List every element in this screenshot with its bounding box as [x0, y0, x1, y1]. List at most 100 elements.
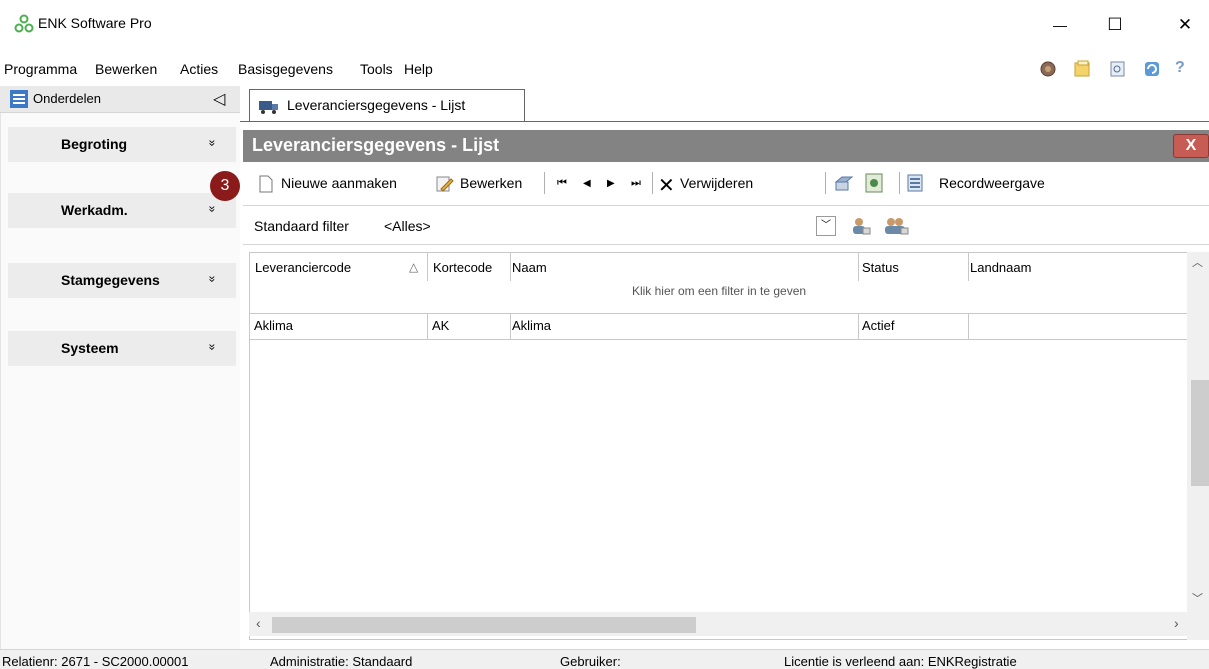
new-document-icon: [259, 175, 273, 196]
menu-programma[interactable]: Programma: [4, 61, 77, 77]
menu-acties[interactable]: Acties: [180, 61, 218, 77]
filter-label: Standaard filter: [254, 218, 349, 234]
status-license: Licentie is verleend aan: ENKRegistratie: [784, 654, 1017, 669]
expand-chevron-icon: »: [205, 275, 220, 283]
record-view-button[interactable]: Recordweergave: [939, 175, 1045, 191]
status-relation: Relatienr: 2671 - SC2000.00001: [2, 654, 189, 669]
sort-ascending-icon: △: [409, 260, 419, 274]
tab-divider: [240, 121, 1209, 122]
column-header-naam[interactable]: Naam: [512, 260, 547, 275]
toolbar-separator: [544, 172, 545, 194]
panel-close-button[interactable]: X: [1173, 134, 1209, 158]
last-record-button[interactable]: ⏭: [631, 177, 641, 190]
status-bar: Relatienr: 2671 - SC2000.00001 Administr…: [0, 649, 1209, 669]
nav-section-stamgegevens[interactable]: Stamgegevens »: [8, 263, 236, 298]
toolbar: Nieuwe aanmaken Bewerken ⏮ ◀ ▶ ⏭ ✕ Verwi…: [243, 162, 1209, 206]
horizontal-scroll-thumb[interactable]: [272, 617, 696, 633]
expand-chevron-icon: »: [205, 205, 220, 213]
filter-row-hint[interactable]: Klik hier om een filter in te geven: [250, 284, 1188, 298]
table-row[interactable]: Aklima AK Aklima Actief: [250, 314, 1188, 340]
toolbar-separator: [652, 172, 653, 194]
maximize-button[interactable]: ☐: [1095, 10, 1135, 40]
cell-kortecode: AK: [432, 318, 450, 333]
vertical-scroll-thumb[interactable]: [1191, 380, 1209, 486]
column-divider: [510, 253, 511, 281]
nav-section-label: Stamgegevens: [61, 272, 160, 288]
export-icon[interactable]: [864, 172, 886, 197]
collapse-nav-button[interactable]: ◁: [213, 89, 225, 109]
cell-leveranciercode: Aklima: [254, 318, 294, 333]
menu-bar: Programma Bewerken Acties Basisgegevens …: [0, 55, 1209, 83]
nav-section-label: Begroting: [61, 136, 128, 152]
cell-status: Actief: [862, 318, 895, 333]
toolbar-separator: [899, 172, 900, 194]
column-divider: [968, 253, 969, 281]
first-record-button[interactable]: ⏮: [557, 177, 567, 190]
data-grid: Leveranciercode △ Kortecode Naam Status …: [249, 252, 1209, 640]
users-filter-icon[interactable]: [884, 216, 910, 239]
column-divider: [427, 314, 428, 340]
menu-tools[interactable]: Tools: [360, 61, 393, 77]
next-record-button[interactable]: ▶: [607, 178, 615, 189]
search-report-icon[interactable]: [1108, 59, 1128, 79]
menu-basisgegevens[interactable]: Basisgegevens: [238, 61, 333, 77]
print-icon[interactable]: [833, 174, 855, 197]
edit-button[interactable]: Bewerken: [460, 175, 522, 191]
scroll-left-icon[interactable]: ‹: [256, 615, 261, 631]
user-filter-icon[interactable]: [851, 216, 871, 239]
app-logo-icon: [14, 14, 34, 34]
panel-title-bar: Leveranciersgegevens - Lijst X: [243, 130, 1209, 162]
delete-button[interactable]: Verwijderen: [680, 175, 753, 191]
nav-section-label: Systeem: [61, 340, 119, 356]
step-badge: 3: [210, 171, 240, 201]
tab-label: Leveranciersgegevens - Lijst: [287, 97, 466, 113]
filter-dropdown-chevron-icon[interactable]: ﹀: [816, 216, 836, 236]
minimize-icon: —: [1053, 17, 1067, 33]
help-icon[interactable]: ?: [1175, 59, 1195, 79]
filter-select[interactable]: <Alles>: [384, 218, 431, 234]
status-user: Gebruiker:: [560, 654, 621, 669]
nav-section-label: Werkadm.: [61, 202, 128, 218]
minimize-button[interactable]: —: [1040, 10, 1080, 40]
column-divider: [510, 314, 511, 340]
column-header-kortecode[interactable]: Kortecode: [433, 260, 492, 275]
menu-help[interactable]: Help: [404, 61, 433, 77]
edit-icon: [435, 175, 455, 196]
list-icon: [10, 90, 28, 108]
record-view-icon: [907, 174, 923, 195]
truck-icon: [258, 97, 280, 118]
scroll-right-icon[interactable]: ›: [1174, 615, 1179, 631]
new-button[interactable]: Nieuwe aanmaken: [281, 175, 397, 191]
globe-icon[interactable]: [1038, 59, 1058, 79]
left-navigation: [0, 86, 240, 649]
panel-title: Leveranciersgegevens - Lijst: [252, 135, 500, 155]
previous-record-button[interactable]: ◀: [583, 178, 591, 189]
column-header-landnaam[interactable]: Landnaam: [970, 260, 1031, 275]
nav-section-begroting[interactable]: Begroting »: [8, 127, 236, 162]
nav-section-werkadm[interactable]: Werkadm. »: [8, 193, 236, 228]
expand-chevron-icon: »: [205, 343, 220, 351]
column-divider: [427, 253, 428, 281]
close-button[interactable]: ✕: [1165, 10, 1205, 40]
status-administration: Administratie: Standaard: [270, 654, 413, 669]
nav-header-title: Onderdelen: [33, 91, 101, 106]
expand-chevron-icon: »: [205, 139, 220, 147]
column-header-status[interactable]: Status: [862, 260, 899, 275]
close-icon: ✕: [1177, 15, 1193, 34]
nav-header: Onderdelen ◁: [0, 86, 240, 113]
scroll-down-icon[interactable]: ﹀: [1192, 590, 1203, 606]
column-divider: [858, 253, 859, 281]
refresh-icon[interactable]: [1142, 59, 1162, 79]
filter-bar: Standaard filter <Alles> ﹀: [243, 207, 1209, 245]
maximize-icon: ☐: [1107, 15, 1123, 34]
window-title: ENK Software Pro: [38, 15, 152, 31]
nav-section-systeem[interactable]: Systeem »: [8, 331, 236, 366]
menu-bewerken[interactable]: Bewerken: [95, 61, 157, 77]
folder-icon[interactable]: [1072, 59, 1092, 79]
title-bar: [0, 0, 1209, 52]
toolbar-separator: [825, 172, 826, 194]
tab-leveranciersgegevens[interactable]: Leveranciersgegevens - Lijst: [249, 89, 525, 121]
column-header-leveranciercode[interactable]: Leveranciercode: [255, 260, 351, 275]
scroll-up-icon[interactable]: ︿: [1192, 254, 1203, 270]
column-divider: [968, 314, 969, 340]
